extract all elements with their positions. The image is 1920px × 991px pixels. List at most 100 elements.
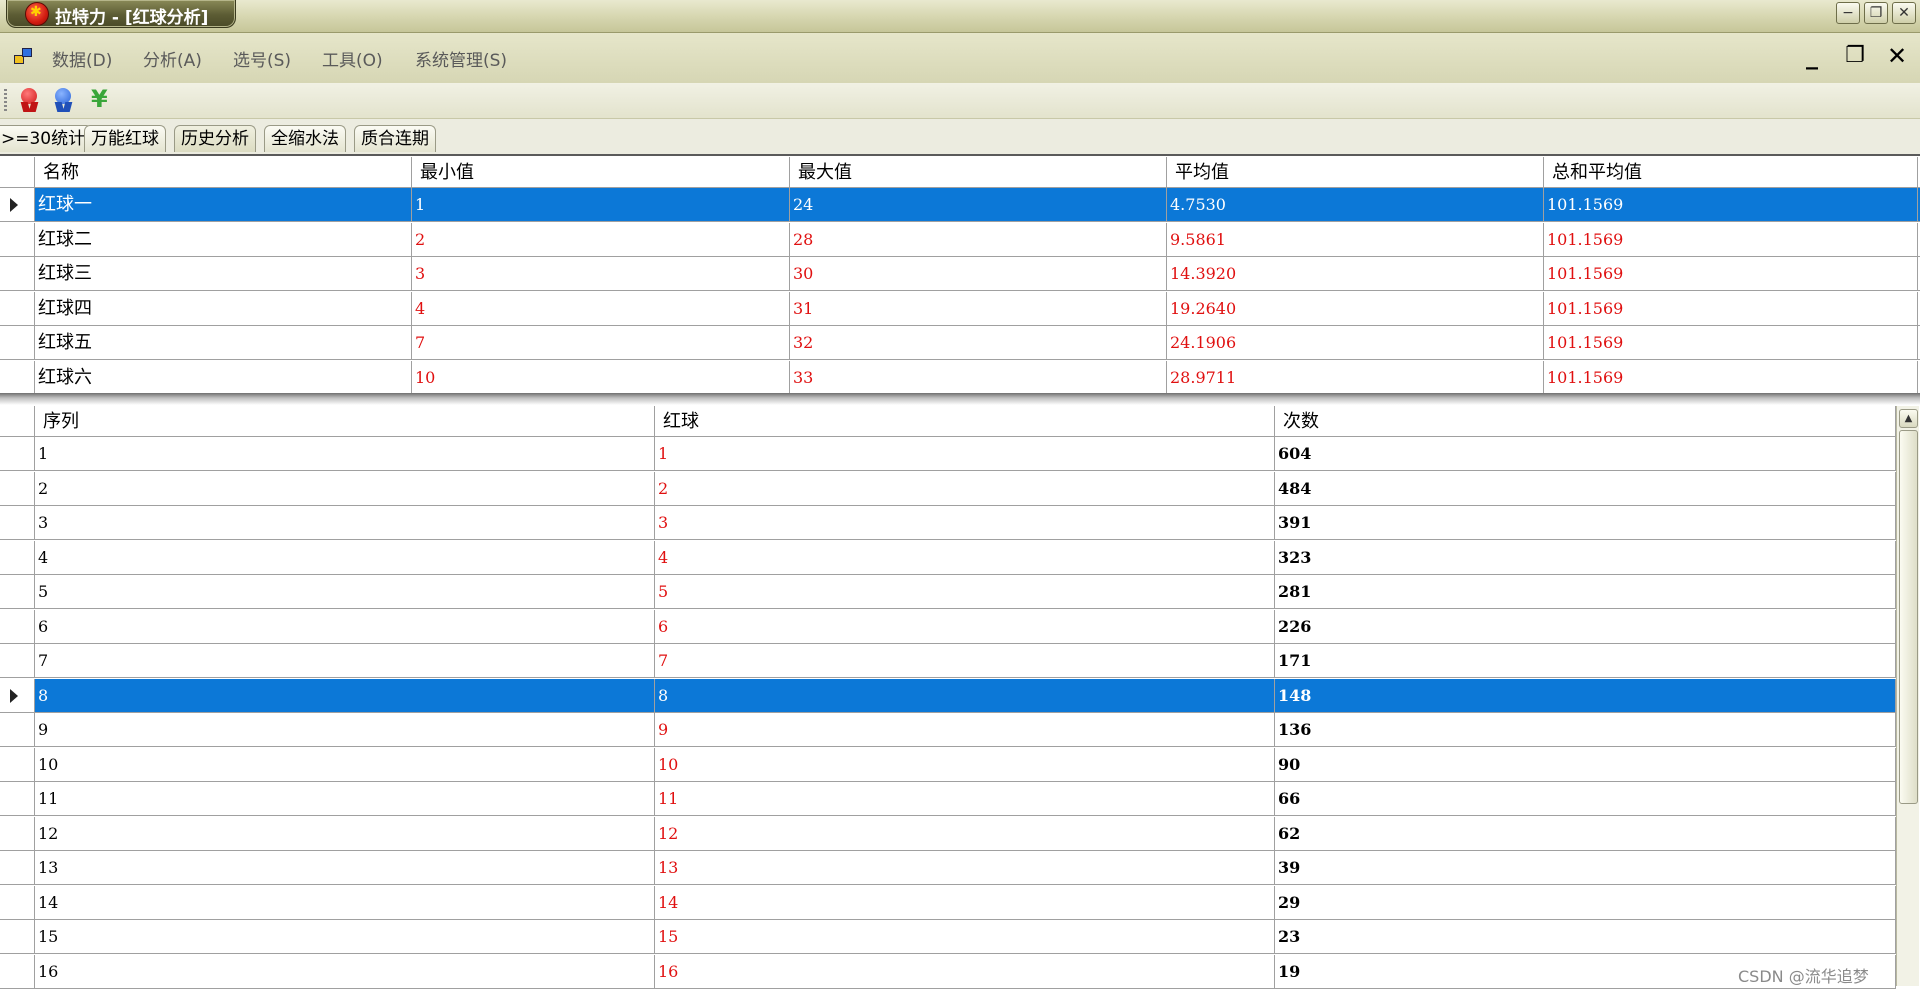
- row-header[interactable]: [0, 782, 35, 815]
- count-cell[interactable]: 3: [655, 506, 1275, 539]
- row-header[interactable]: [0, 920, 35, 953]
- count-cell[interactable]: 9: [35, 713, 655, 746]
- tab-prime-composite[interactable]: 质合连期: [354, 125, 436, 152]
- count-cell[interactable]: 62: [1275, 816, 1896, 850]
- row-header[interactable]: [0, 506, 35, 539]
- mdi-close-button[interactable]: ✕: [1884, 42, 1910, 70]
- count-cell[interactable]: 226: [1275, 609, 1896, 643]
- count-cell[interactable]: 136: [1275, 713, 1896, 746]
- row-header[interactable]: [0, 437, 35, 470]
- row-header[interactable]: [0, 257, 35, 290]
- count-cell[interactable]: 1: [35, 437, 655, 470]
- count-cell[interactable]: 2: [655, 471, 1275, 505]
- count-cell[interactable]: 10: [655, 747, 1275, 781]
- summary-cell[interactable]: 101.1569: [1544, 291, 1918, 325]
- summary-cell[interactable]: 19.2640: [1167, 291, 1544, 325]
- table-row[interactable]: 3 3 391: [0, 506, 1896, 540]
- table-row[interactable]: 11 11 66: [0, 782, 1896, 816]
- window-restore-button[interactable]: ❐: [1864, 2, 1888, 24]
- table-row[interactable]: 9 9 136: [0, 713, 1896, 747]
- summary-cell[interactable]: 24.1906: [1167, 326, 1544, 359]
- count-cell[interactable]: 90: [1275, 747, 1896, 781]
- blue-medal-button[interactable]: [50, 87, 78, 115]
- summary-cell[interactable]: 24: [790, 188, 1167, 221]
- row-header[interactable]: [0, 188, 35, 221]
- count-cell[interactable]: 11: [35, 782, 655, 815]
- menu-data[interactable]: 数据(D): [52, 46, 112, 71]
- row-header[interactable]: [0, 360, 35, 394]
- summary-cell[interactable]: 红球六: [35, 360, 412, 394]
- row-header[interactable]: [0, 851, 35, 884]
- summary-cell[interactable]: 101.1569: [1544, 360, 1918, 394]
- row-header[interactable]: [0, 954, 35, 988]
- table-row[interactable]: 12 12 62: [0, 816, 1896, 851]
- count-cell[interactable]: 23: [1275, 920, 1896, 953]
- mdi-restore-button[interactable]: ❐: [1842, 42, 1868, 70]
- count-cell[interactable]: 4: [35, 540, 655, 574]
- summary-cell[interactable]: 28.9711: [1167, 360, 1544, 394]
- table-row[interactable]: 红球五 7 32 24.1906 101.1569: [0, 326, 1920, 360]
- count-cell[interactable]: 11: [655, 782, 1275, 815]
- summary-cell[interactable]: 30: [790, 257, 1167, 290]
- mdi-minimize-button[interactable]: _: [1799, 42, 1825, 70]
- menu-analysis[interactable]: 分析(A): [143, 46, 202, 71]
- count-cell[interactable]: 14: [35, 885, 655, 919]
- count-cell[interactable]: 6: [655, 609, 1275, 643]
- window-minimize-button[interactable]: −: [1836, 2, 1860, 24]
- count-cell[interactable]: 3: [35, 506, 655, 539]
- vertical-scrollbar[interactable]: ▲: [1896, 406, 1919, 986]
- count-cell[interactable]: 8: [35, 678, 655, 712]
- menu-system-admin[interactable]: 系统管理(S): [415, 46, 507, 71]
- table-row[interactable]: 10 10 90: [0, 747, 1896, 782]
- count-cell[interactable]: 16: [655, 954, 1275, 988]
- table-row[interactable]: 红球六 10 33 28.9711 101.1569: [0, 360, 1920, 395]
- tab-history-analysis[interactable]: 历史分析: [174, 125, 256, 152]
- summary-cell[interactable]: 28: [790, 222, 1167, 256]
- count-cell[interactable]: 66: [1275, 782, 1896, 815]
- scroll-thumb[interactable]: [1899, 430, 1918, 804]
- row-header[interactable]: [0, 471, 35, 505]
- count-cell[interactable]: 13: [655, 851, 1275, 884]
- summary-cell[interactable]: 3: [412, 257, 790, 290]
- summary-cell[interactable]: 4.7530: [1167, 188, 1544, 221]
- summary-cell[interactable]: 7: [412, 326, 790, 359]
- table-row[interactable]: 红球三 3 30 14.3920 101.1569: [0, 257, 1920, 291]
- summary-cell[interactable]: 33: [790, 360, 1167, 394]
- count-cell[interactable]: 391: [1275, 506, 1896, 539]
- count-cell[interactable]: 29: [1275, 885, 1896, 919]
- count-cell[interactable]: 171: [1275, 644, 1896, 677]
- count-cell[interactable]: 9: [655, 713, 1275, 746]
- summary-column-header[interactable]: 名称: [35, 157, 412, 187]
- summary-cell[interactable]: 101.1569: [1544, 257, 1918, 290]
- count-cell[interactable]: 8: [655, 678, 1275, 712]
- summary-cell[interactable]: 红球三: [35, 257, 412, 290]
- mdi-app-icon[interactable]: [14, 48, 34, 66]
- table-row[interactable]: 15 15 23: [0, 920, 1896, 954]
- row-header[interactable]: [0, 326, 35, 359]
- count-cell[interactable]: 16: [35, 954, 655, 988]
- table-row[interactable]: 8 8 148: [0, 678, 1896, 713]
- splitter[interactable]: [0, 393, 1920, 405]
- summary-cell[interactable]: 红球四: [35, 291, 412, 325]
- count-cell[interactable]: 39: [1275, 851, 1896, 884]
- table-row[interactable]: 红球四 4 31 19.2640 101.1569: [0, 291, 1920, 326]
- tab-ge30-stats[interactable]: >=30统计: [0, 125, 93, 152]
- count-cell[interactable]: 12: [655, 816, 1275, 850]
- summary-cell[interactable]: 101.1569: [1544, 326, 1918, 359]
- count-cell[interactable]: 5: [655, 575, 1275, 608]
- row-header[interactable]: [0, 609, 35, 643]
- row-header[interactable]: [0, 644, 35, 677]
- summary-cell[interactable]: 红球一: [35, 188, 412, 221]
- menu-pick-number[interactable]: 选号(S): [233, 46, 291, 71]
- summary-column-header[interactable]: 总和平均值: [1544, 157, 1918, 187]
- table-row[interactable]: 2 2 484: [0, 471, 1896, 506]
- count-cell[interactable]: 5: [35, 575, 655, 608]
- table-row[interactable]: 5 5 281: [0, 575, 1896, 609]
- yen-button[interactable]: ¥: [86, 85, 114, 115]
- table-row[interactable]: 1 1 604: [0, 437, 1896, 471]
- count-cell[interactable]: 15: [655, 920, 1275, 953]
- summary-column-header[interactable]: 平均值: [1167, 157, 1544, 187]
- summary-cell[interactable]: 2: [412, 222, 790, 256]
- row-header[interactable]: [0, 816, 35, 850]
- table-row[interactable]: 6 6 226: [0, 609, 1896, 644]
